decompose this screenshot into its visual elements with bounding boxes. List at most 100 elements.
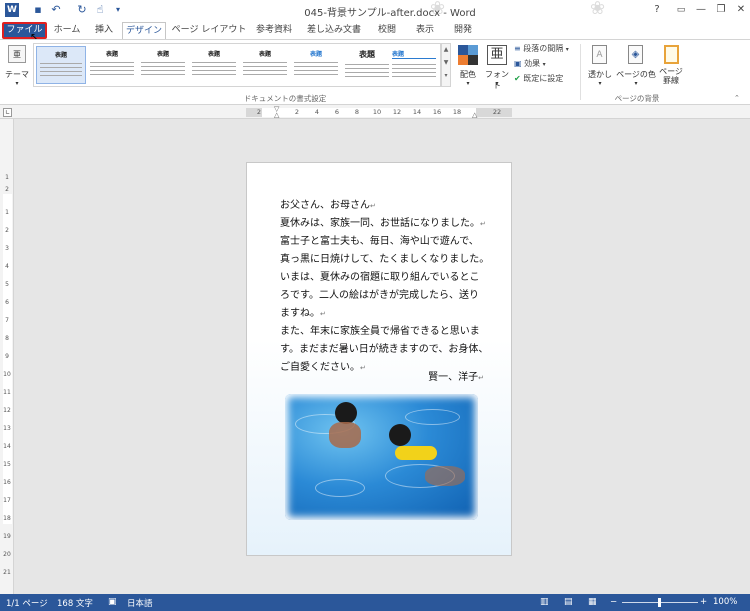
gallery-more-icon[interactable]: ▾ bbox=[442, 72, 450, 79]
zoom-slider-thumb[interactable] bbox=[658, 598, 661, 607]
style-set-thumbnail[interactable]: 表題 bbox=[342, 46, 392, 84]
ruler-number: 12 bbox=[3, 407, 11, 414]
page-color-button[interactable]: ◈ ページの色 ▾ bbox=[616, 43, 656, 87]
ruler-number: 19 bbox=[3, 533, 11, 540]
ruler-number: 3 bbox=[5, 245, 9, 252]
ruler-number: 18 bbox=[452, 108, 462, 116]
read-mode-icon[interactable]: ▥ bbox=[540, 597, 549, 607]
zoom-level[interactable]: 100% bbox=[713, 597, 737, 607]
chevron-down-icon: ▾ bbox=[565, 46, 569, 53]
ruler-number: 9 bbox=[5, 353, 9, 360]
ribbon: 亜 テーマ ▾ 表題 表題 表題 表題 表題 表題 表題 表題 ▲ ▼ ▾ 配色… bbox=[0, 39, 750, 105]
colors-button[interactable]: 配色 ▾ bbox=[455, 43, 481, 87]
restore-button[interactable]: ❐ bbox=[710, 2, 732, 18]
effects-button[interactable]: ▣ 効果 ▾ bbox=[514, 58, 546, 69]
scroll-down-icon[interactable]: ▼ bbox=[442, 59, 450, 66]
theme-button[interactable]: 亜 テーマ ▾ bbox=[3, 43, 31, 87]
fonts-icon: 亜 bbox=[487, 45, 507, 65]
tab-review[interactable]: 校閲 bbox=[370, 22, 404, 39]
close-button[interactable]: ✕ bbox=[730, 2, 750, 18]
touch-mode-icon[interactable]: ☝ bbox=[92, 2, 108, 18]
page-borders-button[interactable]: ページ 罫線 bbox=[658, 43, 684, 87]
ribbon-display-options-button[interactable]: ▭ bbox=[670, 2, 692, 18]
thumbnail-title: 表題 bbox=[392, 51, 405, 58]
letter-line[interactable]: 富士子と富士夫も、毎日、海や山で遊んで、 bbox=[280, 232, 479, 247]
scroll-up-icon[interactable]: ▲ bbox=[442, 46, 450, 53]
style-set-thumbnail[interactable]: 表題 bbox=[36, 46, 86, 84]
zoom-in-icon[interactable]: + bbox=[700, 597, 707, 607]
collapse-ribbon-icon[interactable]: ⌃ bbox=[734, 94, 740, 102]
right-indent-marker-icon[interactable]: △ bbox=[472, 111, 477, 119]
letter-signature[interactable]: 賢一、洋子↵ bbox=[428, 368, 484, 383]
word-app-icon[interactable]: W bbox=[5, 3, 19, 17]
letter-line[interactable]: ろです。二人の絵はがきが完成したら、送り bbox=[280, 286, 479, 301]
child-head bbox=[389, 424, 411, 446]
child-body bbox=[329, 422, 361, 448]
minimize-button[interactable]: — bbox=[690, 2, 712, 18]
tab-home[interactable]: ホーム bbox=[48, 22, 86, 39]
tab-developer[interactable]: 開発 bbox=[446, 22, 480, 39]
letter-line[interactable]: す。まだまだ暑い日が続きますので、お身体、 bbox=[280, 340, 488, 355]
letter-line[interactable]: 夏休みは、家族一同、お世話になりました。↵ bbox=[280, 214, 486, 229]
ruler-number: 2 bbox=[5, 227, 9, 234]
child-body bbox=[425, 466, 465, 486]
letter-line[interactable]: 真っ黒に日焼けして、たくましくなりました。 bbox=[280, 250, 489, 265]
document-formatting-group-label: ドキュメントの書式設定 bbox=[243, 94, 327, 103]
ruler-number: 1 bbox=[5, 174, 9, 181]
redo-icon[interactable]: ↻ bbox=[74, 2, 90, 18]
style-set-thumbnail[interactable]: 表題 bbox=[189, 46, 239, 84]
zoom-out-icon[interactable]: − bbox=[610, 597, 617, 607]
tab-insert[interactable]: 挿入 bbox=[86, 22, 122, 39]
style-set-thumbnail[interactable]: 表題 bbox=[87, 46, 137, 84]
tab-selector-icon[interactable]: ∟ bbox=[3, 108, 12, 117]
float-ring bbox=[395, 446, 437, 460]
chevron-down-icon: ▾ bbox=[466, 80, 470, 87]
horizontal-ruler[interactable]: ∟ 2 2 4 6 8 10 12 14 16 18 22 ▽ △ △ bbox=[0, 105, 750, 119]
ruler-number: 8 bbox=[5, 335, 9, 342]
ruler-number: 7 bbox=[5, 317, 9, 324]
check-circle-icon: ✔ bbox=[514, 74, 521, 83]
ruler-number: 6 bbox=[5, 299, 9, 306]
tab-references[interactable]: 参考資料 bbox=[250, 22, 298, 39]
tab-mailings[interactable]: 差し込み文書 bbox=[302, 22, 366, 39]
ribbon-tabs: ファイル ホーム 挿入 デザイン ページ レイアウト 参考資料 差し込み文書 校… bbox=[0, 20, 750, 43]
document-page[interactable]: お父さん、お母さん↵ 夏休みは、家族一同、お世話になりました。↵ 富士子と富士夫… bbox=[246, 162, 512, 556]
letter-line[interactable]: ますね。↵ bbox=[280, 304, 326, 319]
status-bar: 1/1 ページ 168 文字 ▣ 日本語 ▥ ▤ ▦ − + 100% bbox=[0, 594, 750, 611]
gallery-scroll[interactable]: ▲ ▼ ▾ bbox=[441, 43, 451, 87]
style-set-thumbnail[interactable]: 表題 bbox=[291, 46, 341, 84]
help-button[interactable]: ? bbox=[646, 2, 668, 18]
tab-design[interactable]: デザイン bbox=[122, 22, 166, 39]
tab-file[interactable]: ファイル bbox=[2, 22, 47, 39]
style-set-thumbnail[interactable]: 表題 bbox=[389, 46, 439, 84]
ruler-number: 14 bbox=[412, 108, 422, 116]
proofing-icon[interactable]: ▣ bbox=[108, 597, 117, 607]
web-layout-icon[interactable]: ▦ bbox=[588, 597, 597, 607]
style-set-thumbnail[interactable]: 表題 bbox=[240, 46, 290, 84]
undo-icon[interactable]: ↶ bbox=[48, 2, 64, 18]
set-as-default-label: 既定に設定 bbox=[523, 74, 564, 83]
set-as-default-button[interactable]: ✔ 既定に設定 bbox=[514, 73, 563, 84]
page-count[interactable]: 1/1 ページ bbox=[6, 597, 48, 609]
pool-photo[interactable] bbox=[285, 394, 478, 520]
letter-line[interactable]: また、年末に家族全員で帰省できると思いま bbox=[280, 322, 480, 337]
effects-icon: ▣ bbox=[514, 59, 522, 68]
ruler-number: 18 bbox=[3, 515, 11, 522]
paragraph-spacing-button[interactable]: ≡ 段落の間隔 ▾ bbox=[514, 43, 569, 54]
ruler-number: 5 bbox=[5, 281, 9, 288]
save-icon[interactable]: ▪ bbox=[30, 2, 46, 18]
letter-line[interactable]: いまは、夏休みの宿題に取り組んでいるとこ bbox=[280, 268, 480, 283]
letter-line[interactable]: ご自愛ください。↵ bbox=[280, 358, 366, 373]
customize-quick-access-icon[interactable]: ▾ bbox=[110, 2, 126, 18]
style-set-thumbnail[interactable]: 表題 bbox=[138, 46, 188, 84]
tab-view[interactable]: 表示 bbox=[408, 22, 442, 39]
left-indent-marker-icon[interactable]: △ bbox=[274, 111, 279, 119]
print-layout-icon[interactable]: ▤ bbox=[564, 597, 573, 607]
word-count[interactable]: 168 文字 bbox=[57, 597, 93, 609]
vertical-ruler[interactable]: 1 2 1 2 3 4 5 6 7 8 9 10 11 12 13 14 15 … bbox=[0, 119, 14, 594]
letter-line[interactable]: お父さん、お母さん↵ bbox=[280, 196, 376, 211]
tab-page-layout[interactable]: ページ レイアウト bbox=[170, 22, 248, 39]
watermark-button[interactable]: A 透かし ▾ bbox=[586, 43, 614, 87]
fonts-button[interactable]: 亜 フォント ▾ bbox=[483, 43, 511, 90]
language-indicator[interactable]: 日本語 bbox=[127, 597, 153, 609]
